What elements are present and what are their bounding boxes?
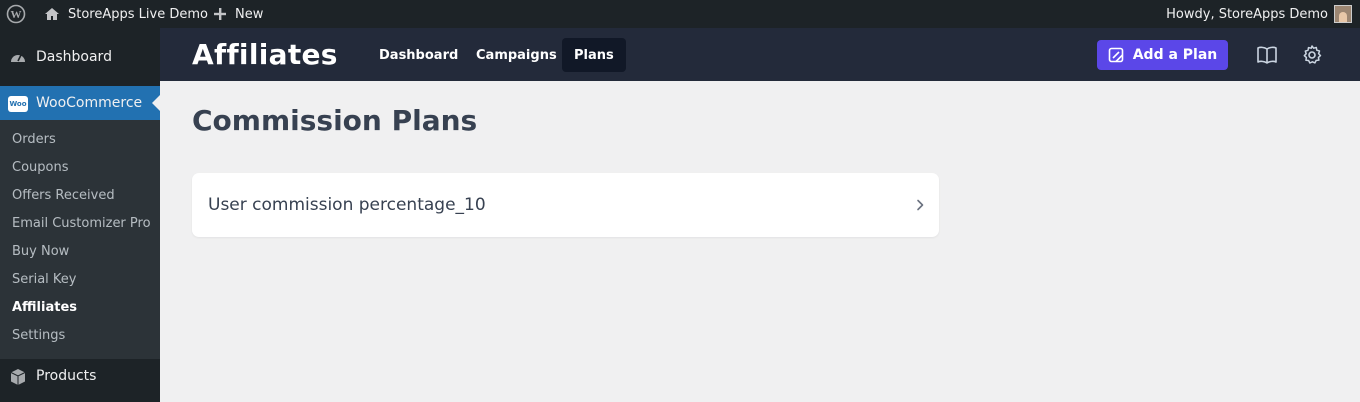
chevron-right-icon [917,199,924,211]
svg-text:W: W [11,9,22,21]
submenu-item-offers-received[interactable]: Offers Received [12,186,115,206]
add-plan-label: Add a Plan [1132,47,1218,63]
sidebar-item-products[interactable]: Products [0,359,160,393]
submenu-item-email-customizer-pro[interactable]: Email Customizer Pro [12,214,151,234]
admin-bar: W StoreApps Live Demo New Howdy, StoreAp… [0,0,1360,28]
new-content-link[interactable]: New [213,0,263,28]
howdy-greeting: Howdy, StoreApps Demo [1166,6,1328,22]
page-title: Commission Plans [192,104,478,137]
gear-icon[interactable] [1301,44,1323,66]
woocommerce-submenu: Orders Coupons Offers Received Email Cus… [0,120,160,359]
new-label: New [235,6,264,22]
nav-tab-plans[interactable]: Plans [562,38,626,72]
woocommerce-icon: Woo [8,94,28,114]
plan-list-item[interactable]: User commission percentage_10 [192,173,939,237]
plan-name: User commission percentage_10 [208,195,486,215]
affiliates-header: Affiliates Dashboard Campaigns Plans Add… [160,28,1360,81]
add-plan-icon [1108,47,1124,63]
dashboard-gauge-icon [8,48,28,68]
sidebar-item-label: WooCommerce [36,95,143,111]
wordpress-logo-icon[interactable]: W [6,0,26,28]
admin-sidebar: Dashboard Woo WooCommerce Orders Coupons… [0,28,160,402]
nav-tab-dashboard[interactable]: Dashboard [367,38,470,72]
site-name-link[interactable]: StoreApps Live Demo [44,0,208,28]
user-account-menu[interactable]: Howdy, StoreApps Demo [1166,0,1352,28]
nav-tab-campaigns[interactable]: Campaigns [464,38,569,72]
book-docs-icon[interactable] [1256,44,1278,66]
home-icon [45,8,59,20]
submenu-item-serial-key[interactable]: Serial Key [12,270,77,290]
affiliates-brand-title: Affiliates [192,38,338,71]
site-name-label: StoreApps Live Demo [68,6,208,22]
add-plan-button[interactable]: Add a Plan [1097,40,1228,70]
submenu-item-affiliates[interactable]: Affiliates [12,298,77,318]
sidebar-item-label: Dashboard [36,49,112,65]
sidebar-item-woocommerce[interactable]: Woo WooCommerce [0,86,160,120]
avatar [1334,5,1352,23]
products-box-icon [8,367,28,387]
submenu-item-coupons[interactable]: Coupons [12,158,69,178]
plus-icon [214,8,226,20]
submenu-item-orders[interactable]: Orders [12,130,56,150]
submenu-item-settings[interactable]: Settings [12,326,65,346]
sidebar-item-label: Products [36,368,97,384]
submenu-item-buy-now[interactable]: Buy Now [12,242,69,262]
sidebar-item-dashboard[interactable]: Dashboard [0,40,160,74]
